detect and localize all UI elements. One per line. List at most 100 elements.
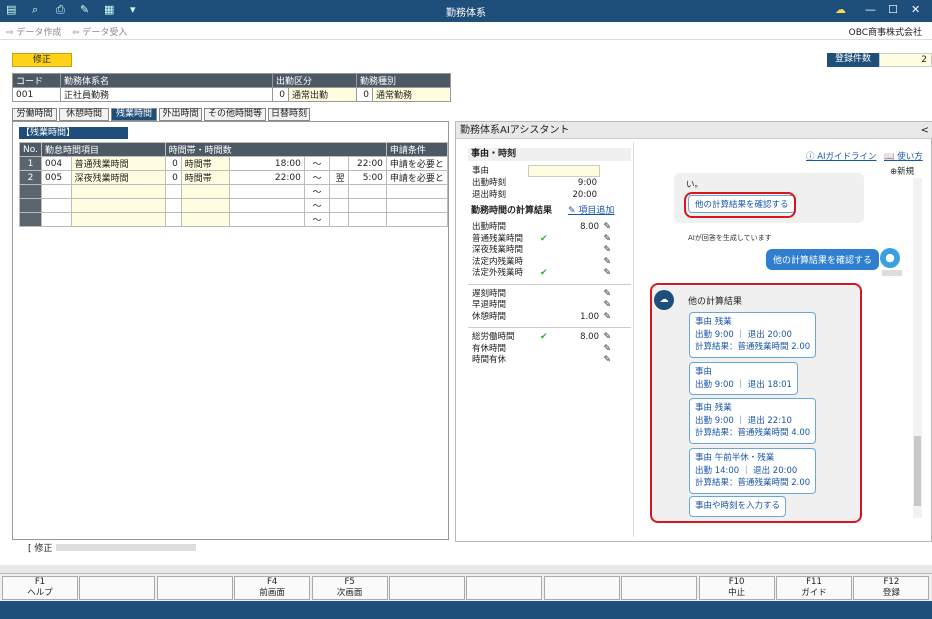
grid-cell-flag[interactable] [164,184,182,199]
tab-work-hours[interactable]: 労働時間 [12,108,57,121]
fkey-empty-button[interactable] [79,576,156,600]
attend-no-field[interactable]: 0 [272,87,289,102]
table-row[interactable]: ～ [19,184,449,199]
tab-overtime[interactable]: 残業時間 [111,108,157,121]
reason-field[interactable] [528,165,600,177]
grid-cell-next[interactable]: 翌 [329,170,349,185]
grid-cell-next[interactable] [329,212,349,227]
grid-cell-to[interactable]: 5:00 [347,170,387,185]
grid-cell-to[interactable] [347,198,387,213]
grid-cell-to[interactable] [347,184,387,199]
grid-cell-flag[interactable] [164,198,182,213]
grid-cell-next[interactable] [329,184,349,199]
grid-cell-cond[interactable] [385,198,449,213]
ai-guideline-link[interactable]: ⓘ AIガイドライン [806,150,877,162]
tab-other[interactable]: その他時間等 [204,108,266,121]
data-create-button[interactable]: ⇨ データ作成 [6,25,61,38]
grid-cell-from[interactable] [229,184,305,199]
grid-cell-item[interactable] [70,184,166,199]
fkey-f4-button[interactable]: F4 前画面 [234,576,311,600]
in-time-value[interactable]: 9:00 [578,178,597,190]
name-field[interactable]: 正社員勤務 [60,87,273,102]
fkey-f12-button[interactable]: F12 登録 [853,576,930,600]
type-no-field[interactable]: 0 [356,87,373,102]
ai-cloud-icon[interactable]: ☁ [835,3,846,16]
grid-cell-code[interactable]: 005 [40,170,72,185]
minimize-icon[interactable]: — [865,3,876,16]
grid-cell-to[interactable] [347,212,387,227]
grid-cell-mode[interactable] [180,212,231,227]
out-time-value[interactable]: 20:00 [573,190,598,202]
new-chat-button[interactable]: ⊕新規 [890,165,914,177]
grid-cell-flag[interactable]: 0 [164,170,182,185]
code-field[interactable]: 001 [12,87,61,102]
grid-cell-from[interactable] [229,212,305,227]
usage-link[interactable]: 📖 使い方 [884,150,923,162]
grid-cell-next[interactable] [329,156,349,171]
grid-cell-cond[interactable]: 申請を必要と [385,170,449,185]
grid-cell-mode[interactable] [180,184,231,199]
close-icon[interactable]: ✕ [911,3,920,16]
grid-cell-cond[interactable] [385,212,449,227]
fkey-empty-button[interactable] [389,576,465,600]
grid-cell-sep[interactable]: ～ [303,184,331,199]
table-row[interactable]: ～ [19,212,449,227]
table-row[interactable]: 1 004 普通残業時間 0 時間帯 18:00 ～ 22:00 申請を必要と [19,156,449,171]
fkey-f5-button[interactable]: F5 次画面 [311,576,388,600]
grid-cell-item[interactable] [70,198,166,213]
grid-cell-mode[interactable]: 時間帯 [180,156,231,171]
result-row: 総労働時間 ✔ 8.00 ✎ [468,332,631,344]
tab-daily-switch[interactable]: 日替時刻 [268,108,310,121]
add-item-link[interactable]: ✎ 項目追加 [568,205,614,218]
grid-cell-next[interactable] [329,198,349,213]
edit-pen-icon[interactable]: ✎ [603,268,611,280]
grid-cell-flag[interactable]: 0 [164,156,182,171]
grid-cell-sep[interactable]: ～ [303,156,331,171]
edit-pen-icon[interactable]: ✎ [603,355,611,367]
edit-pen-icon[interactable]: ✎ [603,289,611,301]
fkey-empty-button[interactable] [543,576,620,600]
fkey-empty-button[interactable] [156,576,233,600]
grid-cell-mode[interactable]: 時間帯 [180,170,231,185]
collapse-icon[interactable]: < [921,122,929,139]
grid-cell-code[interactable] [40,198,72,213]
edit-pen-icon[interactable]: ✎ [603,245,611,257]
grid-cell-sep[interactable]: ～ [303,170,331,185]
grid-cell-code[interactable]: 004 [40,156,72,171]
edit-pen-icon[interactable]: ✎ [603,300,611,312]
chat-scrollbar[interactable] [913,178,922,518]
grid-cell-from[interactable]: 22:00 [229,170,305,185]
fkey-f11-button[interactable]: F11 ガイド [776,576,852,600]
grid-cell-code[interactable] [40,212,72,227]
maximize-icon[interactable]: ☐ [888,3,898,16]
grid-cell-cond[interactable]: 申請を必要と [385,156,449,171]
edit-pen-icon[interactable]: ✎ [603,234,611,246]
grid-cell-cond[interactable] [385,184,449,199]
edit-pen-icon[interactable]: ✎ [603,344,611,356]
grid-cell-sep[interactable]: ～ [303,198,331,213]
grid-cell-item[interactable]: 普通残業時間 [70,156,166,171]
fkey-f1-button[interactable]: F1 ヘルプ [2,576,78,600]
grid-cell-flag[interactable] [164,212,182,227]
edit-pen-icon[interactable]: ✎ [603,222,611,234]
edit-pen-icon[interactable]: ✎ [603,332,611,344]
grid-cell-to[interactable]: 22:00 [347,156,387,171]
data-import-button[interactable]: ⇦ データ受入 [72,25,127,38]
grid-cell-sep[interactable]: ～ [303,212,331,227]
fkey-empty-button[interactable] [621,576,698,600]
grid-cell-from[interactable]: 18:00 [229,156,305,171]
grid-cell-from[interactable] [229,198,305,213]
grid-cell-code[interactable] [40,184,72,199]
table-row[interactable]: ～ [19,198,449,213]
grid-cell-item[interactable] [70,212,166,227]
edit-pen-icon[interactable]: ✎ [603,312,611,324]
fkey-f10-button[interactable]: F10 中止 [698,576,775,600]
fkey-empty-button[interactable] [466,576,543,600]
horizontal-scrollbar[interactable] [0,565,932,573]
grid-cell-item[interactable]: 深夜残業時間 [70,170,166,185]
tab-outing[interactable]: 外出時間 [159,108,202,121]
edit-pen-icon[interactable]: ✎ [603,257,611,269]
grid-cell-mode[interactable] [180,198,231,213]
tab-break-hours[interactable]: 休憩時間 [59,108,109,121]
table-row[interactable]: 2 005 深夜残業時間 0 時間帯 22:00 ～翌 5:00 申請を必要と [19,170,449,185]
